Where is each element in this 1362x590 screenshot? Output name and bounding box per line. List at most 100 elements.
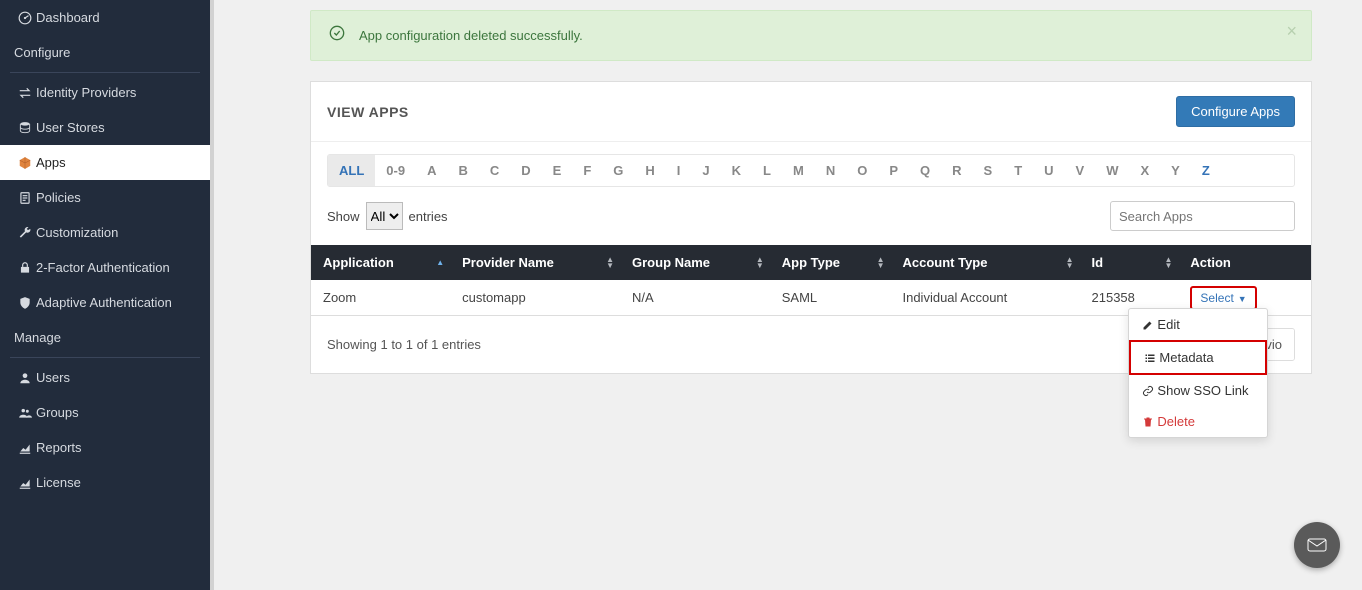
mail-icon xyxy=(1305,533,1329,557)
alpha-cell-a[interactable]: A xyxy=(416,155,447,186)
alpha-cell-n[interactable]: N xyxy=(815,155,846,186)
configure-apps-button[interactable]: Configure Apps xyxy=(1176,96,1295,127)
th-id[interactable]: Id▲▼ xyxy=(1080,245,1179,280)
sidebar-item-label: Reports xyxy=(36,440,82,455)
sort-icon: ▲ xyxy=(436,260,444,266)
sidebar-item-license[interactable]: License xyxy=(0,465,210,500)
box-icon xyxy=(14,156,36,170)
sidebar-item-label: License xyxy=(36,475,81,490)
sidebar-item-users[interactable]: Users xyxy=(0,360,210,395)
user-icon xyxy=(14,371,36,385)
th-apptype[interactable]: App Type▲▼ xyxy=(770,245,891,280)
cell-group: N/A xyxy=(620,280,770,316)
showing-text: Showing 1 to 1 of 1 entries xyxy=(327,337,481,352)
cell-provider: customapp xyxy=(450,280,620,316)
sidebar-item-reports[interactable]: Reports xyxy=(0,430,210,465)
th-account[interactable]: Account Type▲▼ xyxy=(890,245,1079,280)
dropdown-edit[interactable]: Edit xyxy=(1129,309,1267,340)
th-group[interactable]: Group Name▲▼ xyxy=(620,245,770,280)
alpha-cell-i[interactable]: I xyxy=(666,155,692,186)
alpha-cell-p[interactable]: P xyxy=(878,155,909,186)
alpha-cell-s[interactable]: S xyxy=(973,155,1004,186)
link-icon xyxy=(1139,385,1157,397)
alpha-cell-o[interactable]: O xyxy=(846,155,878,186)
dropdown-metadata[interactable]: Metadata xyxy=(1129,340,1267,375)
alpha-cell-l[interactable]: L xyxy=(752,155,782,186)
caret-down-icon: ▼ xyxy=(1238,294,1247,304)
sidebar-item-apps[interactable]: Apps xyxy=(0,145,210,180)
sidebar-item-label: Users xyxy=(36,370,70,385)
dropdown-delete[interactable]: Delete xyxy=(1129,406,1267,437)
alpha-cell-y[interactable]: Y xyxy=(1160,155,1191,186)
sidebar-item-label: Customization xyxy=(36,225,118,240)
sidebar-item-2fa[interactable]: 2-Factor Authentication xyxy=(0,250,210,285)
entries-select[interactable]: All xyxy=(366,202,403,230)
alpha-cell-t[interactable]: T xyxy=(1003,155,1033,186)
sort-icon: ▲▼ xyxy=(606,257,614,269)
th-application[interactable]: Application▲ xyxy=(311,245,450,280)
edit-icon xyxy=(1139,319,1157,331)
alpha-cell-w[interactable]: W xyxy=(1095,155,1129,186)
sidebar-item-label: Adaptive Authentication xyxy=(36,295,172,310)
chat-bubble-button[interactable] xyxy=(1294,522,1340,568)
apps-panel: VIEW APPS Configure Apps ALL 0-9 A B C D… xyxy=(310,81,1312,374)
sidebar: Dashboard Configure Identity Providers U… xyxy=(0,0,210,590)
sidebar-item-customization[interactable]: Customization xyxy=(0,215,210,250)
th-action: Action xyxy=(1178,245,1311,280)
alpha-cell-h[interactable]: H xyxy=(634,155,665,186)
alpha-cell-f[interactable]: F xyxy=(572,155,602,186)
cell-account: Individual Account xyxy=(890,280,1079,316)
show-label: Show xyxy=(327,209,360,224)
close-icon[interactable]: × xyxy=(1286,21,1297,42)
alpha-filter-row: ALL 0-9 A B C D E F G H I J K L M N O P … xyxy=(327,154,1295,187)
sidebar-item-identity-providers[interactable]: Identity Providers xyxy=(0,75,210,110)
dashboard-icon xyxy=(14,11,36,25)
divider xyxy=(10,357,200,358)
sort-icon: ▲▼ xyxy=(1165,257,1173,269)
alpha-cell-j[interactable]: J xyxy=(691,155,720,186)
sidebar-item-label: User Stores xyxy=(36,120,105,135)
divider xyxy=(10,72,200,73)
alpha-cell-c[interactable]: C xyxy=(479,155,510,186)
panel-title: VIEW APPS xyxy=(327,104,409,120)
sidebar-item-label: Dashboard xyxy=(36,10,100,25)
dropdown-show-sso[interactable]: Show SSO Link xyxy=(1129,375,1267,406)
alpha-cell-d[interactable]: D xyxy=(510,155,541,186)
panel-header: VIEW APPS Configure Apps xyxy=(311,82,1311,141)
sidebar-section-manage: Manage xyxy=(0,320,210,355)
alpha-cell-0-9[interactable]: 0-9 xyxy=(375,155,416,186)
alpha-cell-q[interactable]: Q xyxy=(909,155,941,186)
sidebar-item-label: 2-Factor Authentication xyxy=(36,260,170,275)
th-provider[interactable]: Provider Name▲▼ xyxy=(450,245,620,280)
sidebar-item-policies[interactable]: Policies xyxy=(0,180,210,215)
document-icon xyxy=(14,191,36,205)
alpha-cell-g[interactable]: G xyxy=(602,155,634,186)
exchange-icon xyxy=(14,86,36,100)
alpha-cell-e[interactable]: E xyxy=(542,155,573,186)
alpha-cell-z[interactable]: Z xyxy=(1191,155,1221,186)
shield-icon xyxy=(14,296,36,310)
alert-text: App configuration deleted successfully. xyxy=(359,28,583,43)
alpha-cell-b[interactable]: B xyxy=(447,155,478,186)
alpha-cell-r[interactable]: R xyxy=(941,155,972,186)
chart-icon xyxy=(14,441,36,455)
sidebar-item-groups[interactable]: Groups xyxy=(0,395,210,430)
lock-icon xyxy=(14,261,36,275)
search-input[interactable] xyxy=(1110,201,1295,231)
cell-application: Zoom xyxy=(311,280,450,316)
table-controls: Show All entries xyxy=(311,187,1311,245)
alpha-cell-k[interactable]: K xyxy=(721,155,752,186)
sidebar-item-adaptive-auth[interactable]: Adaptive Authentication xyxy=(0,285,210,320)
alpha-cell-v[interactable]: V xyxy=(1065,155,1096,186)
sidebar-item-user-stores[interactable]: User Stores xyxy=(0,110,210,145)
sidebar-item-dashboard[interactable]: Dashboard xyxy=(0,0,210,35)
list-icon xyxy=(1141,352,1159,364)
sort-icon: ▲▼ xyxy=(756,257,764,269)
alpha-cell-all[interactable]: ALL xyxy=(328,155,375,186)
alpha-cell-x[interactable]: X xyxy=(1130,155,1161,186)
alpha-cell-u[interactable]: U xyxy=(1033,155,1064,186)
action-dropdown: Edit Metadata Show SSO Link xyxy=(1128,308,1268,438)
chart-icon xyxy=(14,476,36,490)
select-button[interactable]: Select▼ xyxy=(1190,286,1256,310)
alpha-cell-m[interactable]: M xyxy=(782,155,815,186)
